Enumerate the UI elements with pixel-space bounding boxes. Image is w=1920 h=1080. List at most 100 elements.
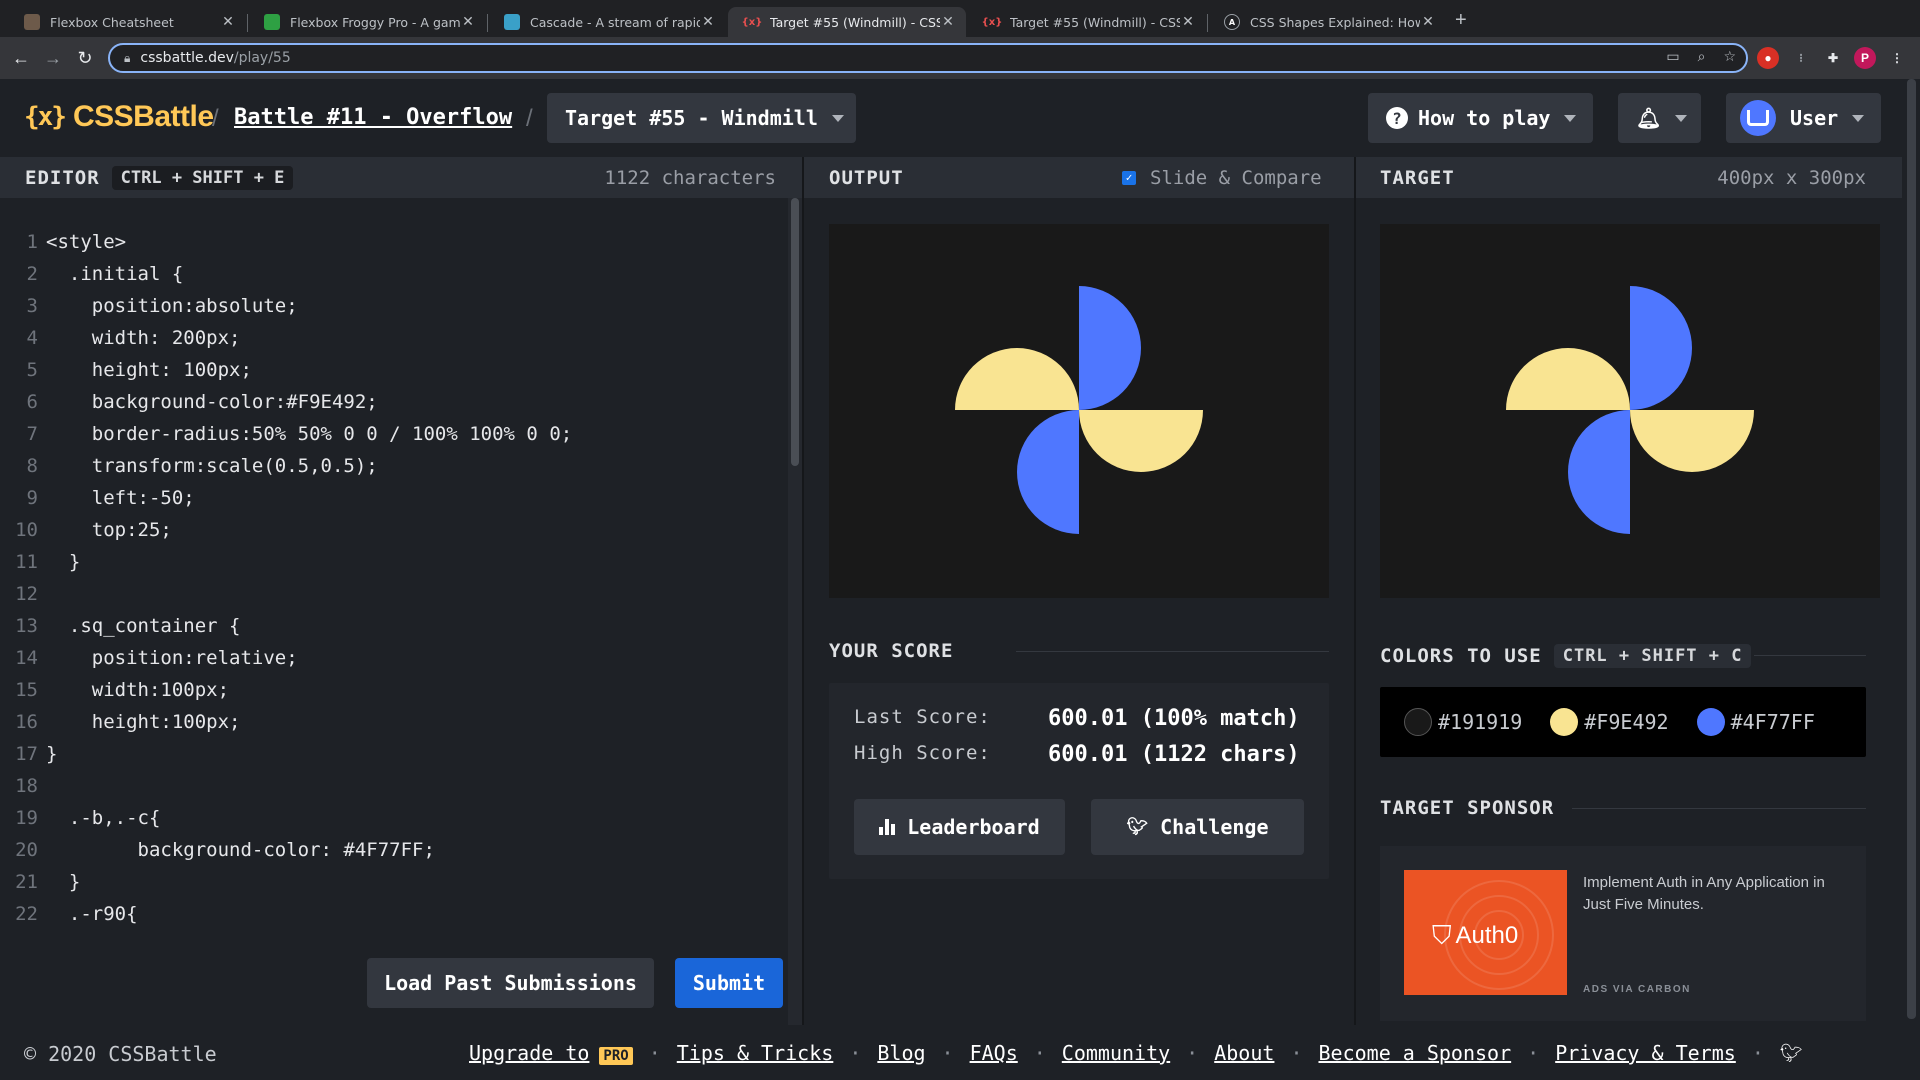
code-line[interactable]: 4 width: 200px;	[0, 322, 790, 354]
about-link[interactable]: About	[1214, 1041, 1274, 1065]
line-text[interactable]: height: 100px;	[46, 354, 252, 386]
back-icon[interactable]: ←	[8, 45, 34, 71]
line-text[interactable]: width: 200px;	[46, 322, 241, 354]
checkbox-checked-icon[interactable]: ✓	[1122, 170, 1136, 185]
code-line[interactable]: 3 position:absolute;	[0, 290, 790, 322]
code-line[interactable]: 20 background-color: #4F77FF;	[0, 834, 790, 866]
line-text[interactable]: width:100px;	[46, 674, 229, 706]
leaderboard-button[interactable]: Leaderboard	[854, 799, 1065, 855]
code-line[interactable]: 8 transform:scale(0.5,0.5);	[0, 450, 790, 482]
code-line[interactable]: 5 height: 100px;	[0, 354, 790, 386]
privacy-terms-link[interactable]: Privacy & Terms	[1555, 1041, 1736, 1065]
line-text[interactable]: background-color:#F9E492;	[46, 386, 378, 418]
sponsor-card[interactable]: ⛉ Auth0 Implement Auth in Any Applicatio…	[1380, 846, 1866, 1021]
community-link[interactable]: Community	[1062, 1041, 1170, 1065]
line-text[interactable]: position:relative;	[46, 642, 298, 674]
output-canvas[interactable]	[829, 224, 1329, 598]
code-lines[interactable]: 1 <style> 2 .initial {3 position:absolute;…	[0, 226, 790, 930]
code-editor[interactable]: 1 <style> 2 .initial {3 position:absolute;…	[0, 198, 802, 1025]
zoom-icon[interactable]: ⌕	[1698, 49, 1706, 65]
line-text[interactable]: .-r90{	[46, 898, 138, 930]
line-text[interactable]: background-color: #4F77FF;	[46, 834, 435, 866]
code-line[interactable]: 16 height:100px;	[0, 706, 790, 738]
sponsor-text[interactable]: Implement Auth in Any Application in Jus…	[1583, 872, 1853, 916]
line-text[interactable]: }	[46, 546, 80, 578]
browser-tab[interactable]: Flexbox Froggy Pro - A game fo ✕	[248, 7, 486, 37]
color-swatch[interactable]: #191919	[1404, 708, 1522, 736]
code-line[interactable]: 6 background-color:#F9E492;	[0, 386, 790, 418]
tips-link[interactable]: Tips & Tricks	[677, 1041, 834, 1065]
code-line[interactable]: 9 left:-50;	[0, 482, 790, 514]
browser-tab[interactable]: {x} Target #55 (Windmill) - CSSBa ✕	[968, 7, 1206, 37]
faqs-link[interactable]: FAQs	[970, 1041, 1018, 1065]
code-line[interactable]: 14 position:relative;	[0, 642, 790, 674]
forward-icon[interactable]: →	[40, 45, 66, 71]
editor-scrollbar[interactable]	[788, 198, 802, 1025]
page-scroll-thumb[interactable]	[1907, 79, 1916, 1019]
line-text[interactable]: border-radius:50% 50% 0 0 / 100% 100% 0 …	[46, 418, 572, 450]
code-line[interactable]: 22 .-r90{	[0, 898, 790, 930]
blog-link[interactable]: Blog	[877, 1041, 925, 1065]
line-text[interactable]: <style>	[46, 226, 126, 258]
ads-via-carbon[interactable]: ADS VIA CARBON	[1583, 984, 1691, 995]
code-line[interactable]: 12	[0, 578, 790, 610]
line-text[interactable]: top:25;	[46, 514, 172, 546]
extensions-puzzle-icon[interactable]: ✚	[1822, 47, 1844, 69]
code-line[interactable]: 18	[0, 770, 790, 802]
code-line[interactable]: 1 <style>	[0, 226, 790, 258]
editor-scroll-thumb[interactable]	[791, 198, 799, 466]
cssbattle-logo[interactable]: {x} CSSBattle	[24, 100, 214, 134]
bookmark-star-icon[interactable]: ☆	[1723, 49, 1736, 65]
line-text[interactable]: }	[46, 738, 57, 770]
sponsor-image[interactable]: ⛉ Auth0	[1404, 870, 1567, 995]
upgrade-link[interactable]: Upgrade to PRO	[469, 1041, 633, 1065]
line-text[interactable]: .-b,.-c{	[46, 802, 161, 834]
code-line[interactable]: 11 }	[0, 546, 790, 578]
browser-menu-icon[interactable]: ⋮	[1886, 47, 1908, 69]
code-line[interactable]: 13 .sq_container {	[0, 610, 790, 642]
browser-tab[interactable]: Cascade - A stream of rapid-fi ✕	[488, 7, 726, 37]
page-scrollbar[interactable]	[1902, 79, 1920, 1080]
color-swatch[interactable]: #F9E492	[1550, 708, 1669, 736]
code-line[interactable]: 7 border-radius:50% 50% 0 0 / 100% 100% …	[0, 418, 790, 450]
code-line[interactable]: 19 .-b,.-c{	[0, 802, 790, 834]
user-menu-button[interactable]: User	[1726, 93, 1881, 143]
line-text[interactable]: transform:scale(0.5,0.5);	[46, 450, 378, 482]
extension-icon[interactable]: ⁝	[1790, 47, 1812, 69]
new-tab-icon[interactable]: +	[1455, 10, 1467, 30]
how-to-play-button[interactable]: ? How to play	[1368, 93, 1593, 143]
extension-icon[interactable]: ●	[1757, 47, 1779, 69]
browser-tab[interactable]: Flexbox Cheatsheet ✕	[8, 7, 246, 37]
browser-tab-active[interactable]: {x} Target #55 (Windmill) - CSSBa ✕	[728, 7, 966, 37]
submit-button[interactable]: Submit	[675, 958, 783, 1008]
close-tab-icon[interactable]: ✕	[1420, 14, 1436, 30]
code-line[interactable]: 2 .initial {	[0, 258, 790, 290]
line-text[interactable]: position:absolute;	[46, 290, 298, 322]
line-text[interactable]: height:100px;	[46, 706, 241, 738]
load-past-submissions-button[interactable]: Load Past Submissions	[367, 958, 654, 1008]
close-tab-icon[interactable]: ✕	[1180, 14, 1196, 30]
code-line[interactable]: 10 top:25;	[0, 514, 790, 546]
code-line[interactable]: 21 }	[0, 866, 790, 898]
color-swatch[interactable]: #4F77FF	[1696, 708, 1815, 736]
line-text[interactable]: .initial {	[46, 258, 183, 290]
become-sponsor-link[interactable]: Become a Sponsor	[1318, 1041, 1511, 1065]
notifications-button[interactable]: 🔔︎	[1618, 93, 1701, 143]
close-tab-icon[interactable]: ✕	[460, 14, 476, 30]
twitter-icon[interactable]: 🐦︎	[1780, 1043, 1803, 1064]
profile-avatar[interactable]: P	[1854, 47, 1876, 69]
cast-icon[interactable]: ▭	[1666, 49, 1679, 65]
close-tab-icon[interactable]: ✕	[700, 14, 716, 30]
code-line[interactable]: 15 width:100px;	[0, 674, 790, 706]
close-tab-icon[interactable]: ✕	[940, 14, 956, 30]
slide-compare-toggle[interactable]: ✓ Slide & Compare	[1122, 167, 1322, 189]
code-line[interactable]: 17}	[0, 738, 790, 770]
browser-tab[interactable]: A CSS Shapes Explained: How to ✕	[1208, 7, 1446, 37]
line-text[interactable]: }	[46, 866, 80, 898]
battle-link[interactable]: Battle #11 - Overflow	[234, 105, 512, 130]
address-bar[interactable]: 🔒︎ cssbattle.dev/play/55 ▭ ⌕ ☆	[108, 43, 1748, 73]
line-text[interactable]: left:-50;	[46, 482, 195, 514]
reload-icon[interactable]: ↻	[72, 45, 98, 71]
challenge-button[interactable]: 🐦︎ Challenge	[1091, 799, 1304, 855]
line-text[interactable]: .sq_container {	[46, 610, 241, 642]
